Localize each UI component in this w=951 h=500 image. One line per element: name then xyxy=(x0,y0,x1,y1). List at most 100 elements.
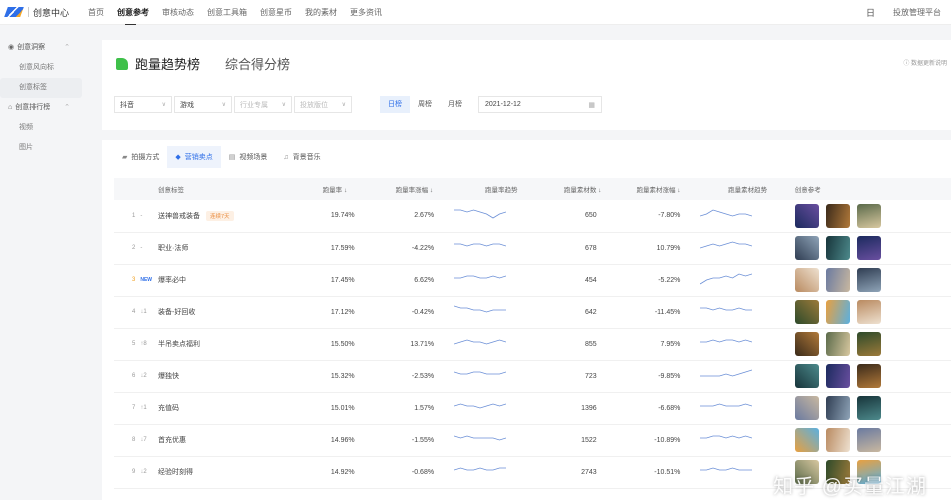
creative-thumbnail[interactable] xyxy=(856,396,881,420)
sidebar-label: 图片 xyxy=(19,144,33,151)
creative-thumbnail[interactable] xyxy=(825,268,850,292)
creative-thumbnail[interactable] xyxy=(794,236,819,260)
nav-item[interactable]: 创意工具箱 xyxy=(207,7,247,18)
creative-thumbnail[interactable] xyxy=(825,364,850,388)
creative-tag-label[interactable]: 装备-好回收 xyxy=(158,309,195,316)
nav-item[interactable]: 更多资讯 xyxy=(350,7,382,18)
creative-thumbnail[interactable] xyxy=(856,332,881,356)
creative-thumbnail[interactable] xyxy=(794,268,819,292)
platform-select[interactable]: 抖音 ∨ xyxy=(114,96,172,113)
column-header[interactable]: 跑量素材涨幅 ↓ xyxy=(616,178,701,200)
creative-thumbnail[interactable] xyxy=(794,332,819,356)
label-cell: 首充优惠 xyxy=(158,424,296,457)
creative-thumbnail[interactable] xyxy=(825,203,850,228)
table-row[interactable]: 8 ↓7 首充优惠 14.96% -1.55% 1522 -10.89% xyxy=(114,424,951,457)
creative-thumbnail[interactable] xyxy=(825,396,850,420)
tab-trend-ranking[interactable]: 跑量趋势榜 xyxy=(135,54,200,73)
tab-label: 背景音乐 xyxy=(292,154,321,161)
creative-thumbnail[interactable] xyxy=(794,428,819,452)
data-note-link[interactable]: ⓘ 数据更新说明 xyxy=(903,58,947,67)
chevron-down-icon: ∨ xyxy=(161,102,166,108)
date-picker[interactable]: 2021-12-12 ▦ xyxy=(478,96,602,113)
logo-icon xyxy=(4,7,24,17)
sidebar-item[interactable]: ⌂ 创意排行榜 ⌃ xyxy=(0,98,82,118)
position-select[interactable]: 投放版位 ∨ xyxy=(294,96,352,113)
sidebar-item[interactable]: 图片 xyxy=(0,138,82,158)
nav-item[interactable]: 审核动态 xyxy=(162,7,194,18)
nav-item[interactable]: 创意参考 xyxy=(117,7,149,25)
tab-tag[interactable]: ◆ 营销卖点 xyxy=(167,146,221,168)
table-row[interactable]: 7 ↑1 充值码 15.01% 1.57% 1396 -6.68% xyxy=(114,392,951,425)
creative-thumbnail[interactable] xyxy=(825,236,850,260)
creative-tag-label[interactable]: 送神兽戒装备 xyxy=(158,213,200,220)
creative-tag-label[interactable]: 职业·法师 xyxy=(158,245,188,252)
trend-sparkline xyxy=(453,403,507,409)
nav-item[interactable]: 创意星币 xyxy=(260,7,292,18)
rate-cell: 19.74% xyxy=(295,200,375,233)
creative-thumbnail[interactable] xyxy=(856,428,881,452)
table-row[interactable]: 5 ↑8 半吊卖点福利 15.50% 13.71% 855 7.95% xyxy=(114,328,951,361)
reference-cell xyxy=(794,296,951,329)
sidebar-item[interactable]: 视频 xyxy=(0,118,82,138)
tab-music[interactable]: ♫ 背景音乐 xyxy=(275,146,328,168)
creative-thumbnail[interactable] xyxy=(825,300,850,324)
sidebar-item[interactable]: 创意标签 xyxy=(0,78,82,98)
creative-tag-label[interactable]: 经验时刻得 xyxy=(158,469,193,476)
creative-thumbnail[interactable] xyxy=(856,364,881,388)
creative-tag-label[interactable]: 首充优惠 xyxy=(158,437,186,444)
industry-select[interactable]: 行业专属 ∨ xyxy=(234,96,292,113)
creative-tag-label[interactable]: 爆率必中 xyxy=(158,277,186,284)
table-row[interactable]: 4 ↓1 装备-好回收 17.12% -0.42% 642 -11.45% xyxy=(114,296,951,329)
material-trend-cell xyxy=(700,200,795,233)
tab-score-ranking[interactable]: 综合得分榜 xyxy=(225,54,290,73)
creative-tag-label[interactable]: 半吊卖点福利 xyxy=(158,341,200,348)
rate-cell: 14.96% xyxy=(295,424,375,457)
creative-thumbnail[interactable] xyxy=(794,364,819,388)
creative-thumbnail[interactable] xyxy=(794,203,819,228)
period-option[interactable]: 日榜 xyxy=(380,96,410,113)
table-row[interactable]: 1- 送神兽戒装备 连续7天 19.74% 2.67% 650 -7.80% xyxy=(114,200,951,233)
table-row[interactable]: 2- 职业·法师 17.59% -4.22% 678 10.79% xyxy=(114,232,951,265)
sidebar-item[interactable]: 创意风向标 xyxy=(0,58,82,78)
tab-scene[interactable]: ▤ 视频场景 xyxy=(221,146,276,168)
column-header[interactable]: 跑量率 ↓ xyxy=(295,178,375,200)
category-select[interactable]: 游戏 ∨ xyxy=(174,96,232,113)
tab-camera[interactable]: ▰ 拍摄方式 xyxy=(114,146,167,168)
sparkline-path xyxy=(453,371,507,375)
sparkline-path xyxy=(700,339,753,343)
column-header[interactable]: 跑量素材数 ↓ xyxy=(548,178,617,200)
platform-link[interactable]: 投放管理平台 xyxy=(893,7,941,18)
creative-thumbnail[interactable] xyxy=(856,300,881,324)
creative-thumbnail[interactable] xyxy=(856,203,881,228)
trend-sparkline xyxy=(700,403,753,407)
period-option[interactable]: 周榜 xyxy=(410,96,440,113)
column-header[interactable]: 跑量率涨幅 ↓ xyxy=(374,178,455,200)
creative-tag-label[interactable]: 充值码 xyxy=(158,405,179,412)
rank-number: 9 xyxy=(132,469,136,475)
calendar-icon[interactable]: 日 xyxy=(866,6,875,19)
period-option[interactable]: 月榜 xyxy=(440,96,470,113)
table-row[interactable]: 3 NEW 爆率必中 17.45% 6.62% 454 -5.22% xyxy=(114,264,951,297)
mat-growth-cell: -11.45% xyxy=(616,296,701,329)
creative-thumbnail[interactable] xyxy=(856,268,881,292)
flag-icon xyxy=(116,57,128,70)
sidebar-item[interactable]: ◉ 创意洞察 ⌃ xyxy=(0,38,82,58)
nav-item[interactable]: 首页 xyxy=(88,7,104,18)
creative-thumbnail[interactable] xyxy=(856,236,881,260)
mat-growth-cell: -10.51% xyxy=(616,456,701,489)
reference-cell xyxy=(794,328,951,361)
nav-item[interactable]: 我的素材 xyxy=(305,7,337,18)
rank-number: 8 xyxy=(132,437,136,443)
camera-icon: ▰ xyxy=(122,154,128,161)
creative-tag-label[interactable]: 爆独快 xyxy=(158,373,179,380)
creative-thumbnail[interactable] xyxy=(794,396,819,420)
app-logo[interactable]: 创意中心 xyxy=(4,6,88,19)
creative-thumbnail[interactable] xyxy=(825,428,850,452)
creative-thumbnail[interactable] xyxy=(825,332,850,356)
tab-label: 营销卖点 xyxy=(184,154,213,161)
table-row[interactable]: 6 ↓2 爆独快 15.32% -2.53% 723 -9.85% xyxy=(114,360,951,393)
creative-thumbnail[interactable] xyxy=(794,300,819,324)
rate-growth-cell: -0.68% xyxy=(374,456,455,489)
rank-change: ↑8 xyxy=(140,341,147,347)
app-name: 创意中心 xyxy=(33,7,70,18)
